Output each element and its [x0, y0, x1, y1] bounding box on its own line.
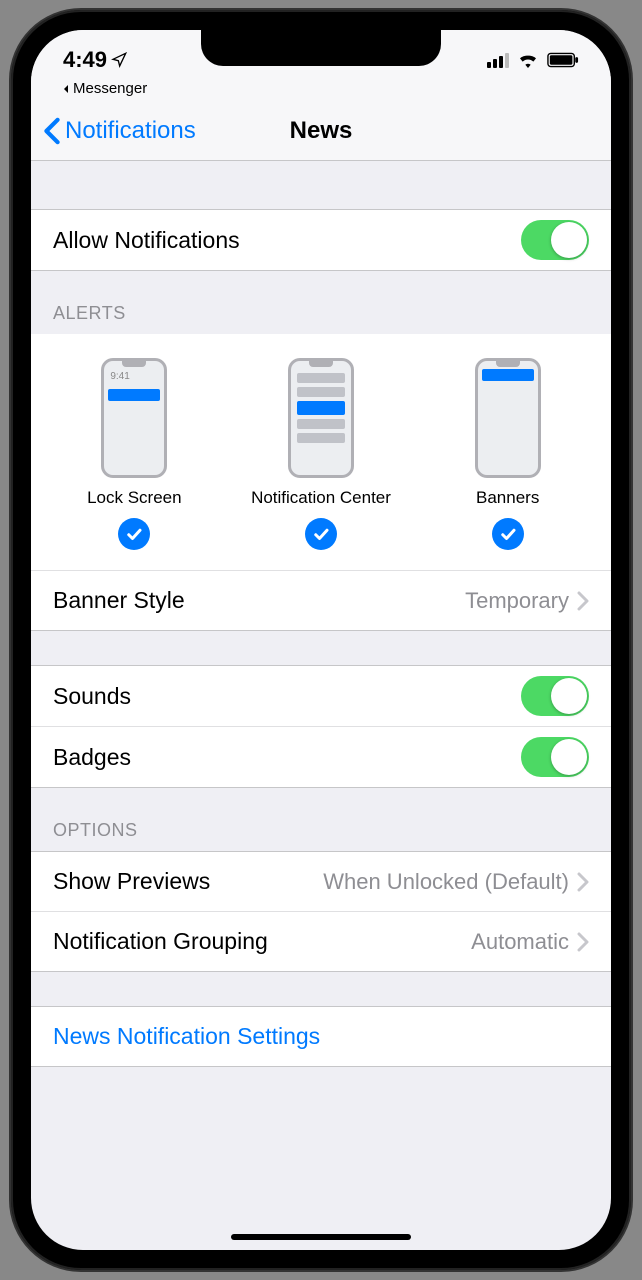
notification-center-preview-icon	[288, 358, 354, 478]
lock-preview-time: 9:41	[110, 371, 129, 382]
show-previews-row[interactable]: Show Previews When Unlocked (Default)	[31, 851, 611, 911]
caret-left-icon	[61, 84, 71, 94]
grouping-value: Automatic	[268, 929, 577, 955]
screen: 4:49 Messenger Notifications News	[31, 30, 611, 1250]
alert-option-lock-screen[interactable]: 9:41 Lock Screen	[41, 358, 228, 550]
notification-center-label: Notification Center	[251, 488, 391, 508]
wifi-icon	[517, 52, 539, 68]
news-notification-settings-link[interactable]: News Notification Settings	[31, 1006, 611, 1066]
clock-text: 4:49	[63, 47, 107, 73]
nav-bar: Notifications News	[31, 101, 611, 161]
notification-center-check-icon	[305, 518, 337, 550]
grouping-label: Notification Grouping	[53, 928, 268, 955]
alerts-preview-row: 9:41 Lock Screen Notification Center	[31, 334, 611, 570]
chevron-right-icon	[577, 932, 589, 952]
chevron-left-icon	[43, 117, 61, 145]
badges-label: Badges	[53, 744, 131, 771]
banner-style-row[interactable]: Banner Style Temporary	[31, 570, 611, 630]
footer-group: News Notification Settings	[31, 1006, 611, 1067]
status-time: 4:49	[63, 47, 127, 73]
sounds-badges-group: Sounds Badges	[31, 665, 611, 788]
allow-group: Allow Notifications	[31, 209, 611, 271]
banners-label: Banners	[476, 488, 539, 508]
chevron-right-icon	[577, 591, 589, 611]
notification-grouping-row[interactable]: Notification Grouping Automatic	[31, 911, 611, 971]
back-label: Notifications	[65, 117, 196, 145]
breadcrumb-app-name: Messenger	[73, 80, 147, 97]
status-icons	[487, 52, 579, 68]
banners-check-icon	[492, 518, 524, 550]
alerts-header: Alerts	[31, 271, 611, 334]
sounds-toggle[interactable]	[521, 676, 589, 716]
allow-label: Allow Notifications	[53, 227, 240, 254]
badges-toggle[interactable]	[521, 737, 589, 777]
banner-style-label: Banner Style	[53, 587, 185, 614]
footer-link-label: News Notification Settings	[53, 1023, 320, 1050]
back-button[interactable]: Notifications	[43, 117, 196, 145]
show-previews-value: When Unlocked (Default)	[210, 869, 577, 895]
cellular-icon	[487, 53, 509, 68]
location-icon	[111, 52, 127, 68]
phone-frame: 4:49 Messenger Notifications News	[11, 10, 631, 1270]
sounds-label: Sounds	[53, 683, 131, 710]
banner-preview-icon	[475, 358, 541, 478]
lock-screen-preview-icon: 9:41	[101, 358, 167, 478]
options-group: Show Previews When Unlocked (Default) No…	[31, 851, 611, 972]
breadcrumb-back-to-app[interactable]: Messenger	[31, 80, 611, 101]
allow-notifications-toggle[interactable]	[521, 220, 589, 260]
alerts-group: 9:41 Lock Screen Notification Center	[31, 334, 611, 631]
options-header: Options	[31, 788, 611, 851]
device-notch	[201, 30, 441, 66]
alert-option-notification-center[interactable]: Notification Center	[228, 358, 415, 550]
badges-row: Badges	[31, 726, 611, 787]
battery-icon	[547, 52, 579, 68]
lock-screen-label: Lock Screen	[87, 488, 182, 508]
sounds-row: Sounds	[31, 665, 611, 726]
home-indicator[interactable]	[231, 1234, 411, 1240]
alert-option-banners[interactable]: Banners	[414, 358, 601, 550]
banner-style-value: Temporary	[185, 588, 577, 614]
lock-screen-check-icon	[118, 518, 150, 550]
chevron-right-icon	[577, 872, 589, 892]
allow-notifications-row: Allow Notifications	[31, 209, 611, 270]
show-previews-label: Show Previews	[53, 868, 210, 895]
